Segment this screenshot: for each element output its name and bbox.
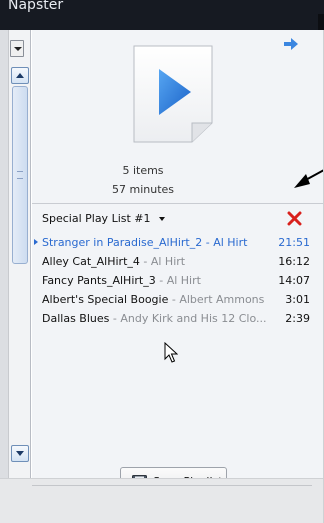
forward-arrow-icon[interactable] (284, 38, 298, 50)
chevron-down-icon (14, 47, 22, 51)
scrollbar-thumb[interactable] (12, 86, 28, 264)
left-frame-strip (0, 30, 9, 523)
section-divider (32, 203, 324, 204)
track-name: Stranger in Paradise_AlHirt_2 (42, 236, 203, 249)
track-row[interactable]: Dallas Blues - Andy Kirk and His 12 Clo.… (32, 309, 324, 328)
track-name: Fancy Pants_AlHirt_3 (42, 274, 156, 287)
arrow-down-icon (16, 451, 24, 456)
mouse-cursor-icon (164, 342, 178, 363)
chevron-down-icon[interactable] (159, 217, 165, 221)
item-count: 5 items (122, 164, 164, 177)
remove-x-icon[interactable] (287, 211, 302, 226)
now-playing-panel: 5 items 57 minutes Special Play List #1 … (32, 30, 324, 497)
track-duration: 14:07 (278, 274, 310, 287)
track-list: Stranger in Paradise_AlHirt_2 - Al Hirt … (32, 233, 324, 328)
arrow-up-icon (16, 73, 24, 78)
track-duration: 2:39 (285, 312, 310, 325)
playlist-art-play-icon[interactable] (133, 45, 213, 143)
window-frame-edge (318, 14, 324, 30)
bottom-status-area (0, 478, 324, 523)
scroll-up-button[interactable] (11, 67, 29, 84)
window-title: Napster (8, 0, 64, 13)
total-duration: 57 minutes (111, 183, 175, 196)
track-row[interactable]: Albert's Special Boogie - Albert Ammons … (32, 290, 324, 309)
track-row[interactable]: Fancy Pants_AlHirt_3 - Al Hirt 14:07 (32, 271, 324, 290)
track-name: Dallas Blues (42, 312, 110, 325)
track-row[interactable]: Stranger in Paradise_AlHirt_2 - Al Hirt … (32, 233, 324, 252)
track-artist: - Albert Ammons (168, 293, 265, 306)
track-duration: 21:51 (278, 236, 310, 249)
track-duration: 16:12 (278, 255, 310, 268)
playlist-name[interactable]: Special Play List #1 (42, 211, 151, 227)
track-name: Alley Cat_AlHirt_4 (42, 255, 140, 268)
track-artist: - Andy Kirk and His 12 Clo... (109, 312, 267, 325)
track-duration: 3:01 (285, 293, 310, 306)
scroll-down-button[interactable] (11, 445, 29, 462)
track-artist: - Al Hirt (155, 274, 201, 287)
track-row[interactable]: Alley Cat_AlHirt_4 - Al Hirt 16:12 (32, 252, 324, 271)
track-artist: - Al Hirt (202, 236, 248, 249)
view-dropdown[interactable] (10, 40, 24, 57)
bottom-divider (32, 485, 312, 503)
grip-icon (17, 171, 23, 179)
pointer-arrow-icon (294, 169, 324, 188)
track-name: Albert's Special Boogie (42, 293, 169, 306)
playlist-summary: 5 items 57 minutes (32, 161, 254, 199)
window-title-bar: Napster (0, 0, 324, 30)
now-playing-icon (34, 239, 38, 245)
track-artist: - Al Hirt (139, 255, 186, 268)
